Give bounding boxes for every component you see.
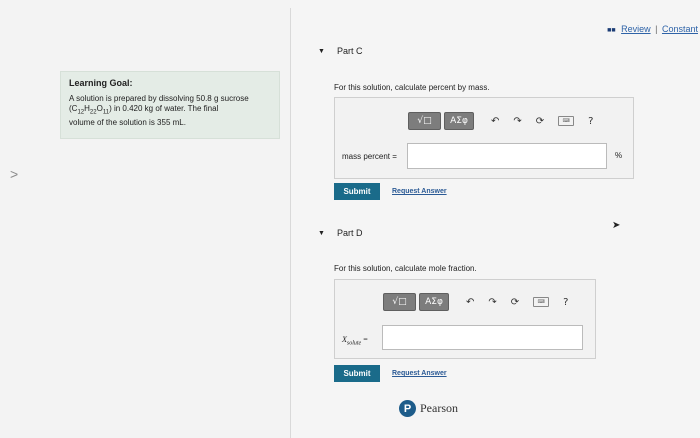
left-panel xyxy=(0,0,290,438)
help-icon[interactable]: ? xyxy=(563,297,568,308)
reset-icon[interactable]: ⟳ xyxy=(511,297,519,308)
constants-link[interactable]: Constant xyxy=(662,24,698,34)
symbols-icon: AΣφ xyxy=(425,297,443,307)
part-c-title: Part C xyxy=(336,46,363,56)
page: > Learning Goal: A solution is prepared … xyxy=(0,0,700,438)
help-icon[interactable]: ? xyxy=(588,116,593,127)
goal-line-2: (C12H22O11) in 0.420 kg of water. The fi… xyxy=(69,104,219,116)
part-c-answer-box: √□ AΣφ ↶ ↷ ⟳ ⌨ ? mass percent = % xyxy=(334,97,634,179)
goal-line-3: volume of the solution is 355 mL. xyxy=(69,117,186,127)
part-d-request-answer-link[interactable]: Request Answer xyxy=(392,370,447,377)
learning-goal-text: A solution is prepared by dissolving 50.… xyxy=(69,94,271,128)
pearson-text: Pearson xyxy=(420,401,458,415)
review-link[interactable]: Review xyxy=(621,24,651,34)
collapse-triangle-icon[interactable]: ▼ xyxy=(318,230,325,237)
part-d-submit-button[interactable]: Submit xyxy=(334,365,380,382)
part-d-header[interactable]: ▼ Part D xyxy=(318,228,362,238)
pearson-logo: P Pearson xyxy=(399,400,458,417)
undo-icon[interactable]: ↶ xyxy=(491,116,499,127)
mass-percent-input[interactable] xyxy=(407,143,607,169)
undo-icon[interactable]: ↶ xyxy=(466,297,474,308)
keyboard-icon[interactable]: ⌨ xyxy=(533,297,550,307)
templates-icon: √□ xyxy=(417,116,432,126)
reset-icon[interactable]: ⟳ xyxy=(536,116,544,127)
collapse-triangle-icon[interactable]: ▼ xyxy=(318,48,325,55)
keyboard-icon[interactable]: ⌨ xyxy=(558,116,575,126)
equals-sign: = xyxy=(363,335,368,344)
review-constants-links: ■■ Review | Constant xyxy=(607,24,698,34)
redo-icon[interactable]: ↷ xyxy=(513,116,521,127)
percent-unit: % xyxy=(615,151,623,160)
templates-button[interactable]: √□ xyxy=(408,112,441,130)
chevron-left-icon[interactable]: > xyxy=(10,166,18,182)
part-d-title: Part D xyxy=(336,228,363,238)
symbols-button[interactable]: AΣφ xyxy=(419,293,449,311)
pearson-p-icon: P xyxy=(399,400,416,417)
divider xyxy=(290,8,291,438)
mass-percent-label: mass percent = xyxy=(342,152,397,161)
part-c-toolbar: √□ AΣφ ↶ ↷ ⟳ ⌨ ? xyxy=(408,112,593,130)
redo-icon[interactable]: ↷ xyxy=(488,297,496,308)
part-c-header[interactable]: ▼ Part C xyxy=(318,46,362,56)
part-d-answer-box: √□ AΣφ ↶ ↷ ⟳ ⌨ ? Xsolute = xyxy=(334,279,596,359)
templates-button[interactable]: √□ xyxy=(383,293,416,311)
part-c-question: For this solution, calculate percent by … xyxy=(334,83,490,92)
review-icon: ■■ xyxy=(607,27,616,34)
separator: | xyxy=(655,24,658,34)
mole-fraction-label: Xsolute = xyxy=(342,335,368,347)
part-c-request-answer-link[interactable]: Request Answer xyxy=(392,188,447,195)
part-d-question: For this solution, calculate mole fracti… xyxy=(334,264,477,273)
goal-line-1: A solution is prepared by dissolving 50.… xyxy=(69,94,249,103)
templates-icon: √□ xyxy=(392,297,407,307)
solute-subscript: solute xyxy=(346,340,362,347)
learning-goal-title: Learning Goal: xyxy=(69,78,133,88)
part-c-submit-button[interactable]: Submit xyxy=(334,183,380,200)
learning-goal-box: Learning Goal: A solution is prepared by… xyxy=(60,71,280,139)
part-d-toolbar: √□ AΣφ ↶ ↷ ⟳ ⌨ ? xyxy=(383,293,568,311)
mouse-cursor-icon: ➤ xyxy=(612,220,621,231)
symbols-icon: AΣφ xyxy=(450,116,468,126)
symbols-button[interactable]: AΣφ xyxy=(444,112,474,130)
mole-fraction-input[interactable] xyxy=(382,325,583,350)
